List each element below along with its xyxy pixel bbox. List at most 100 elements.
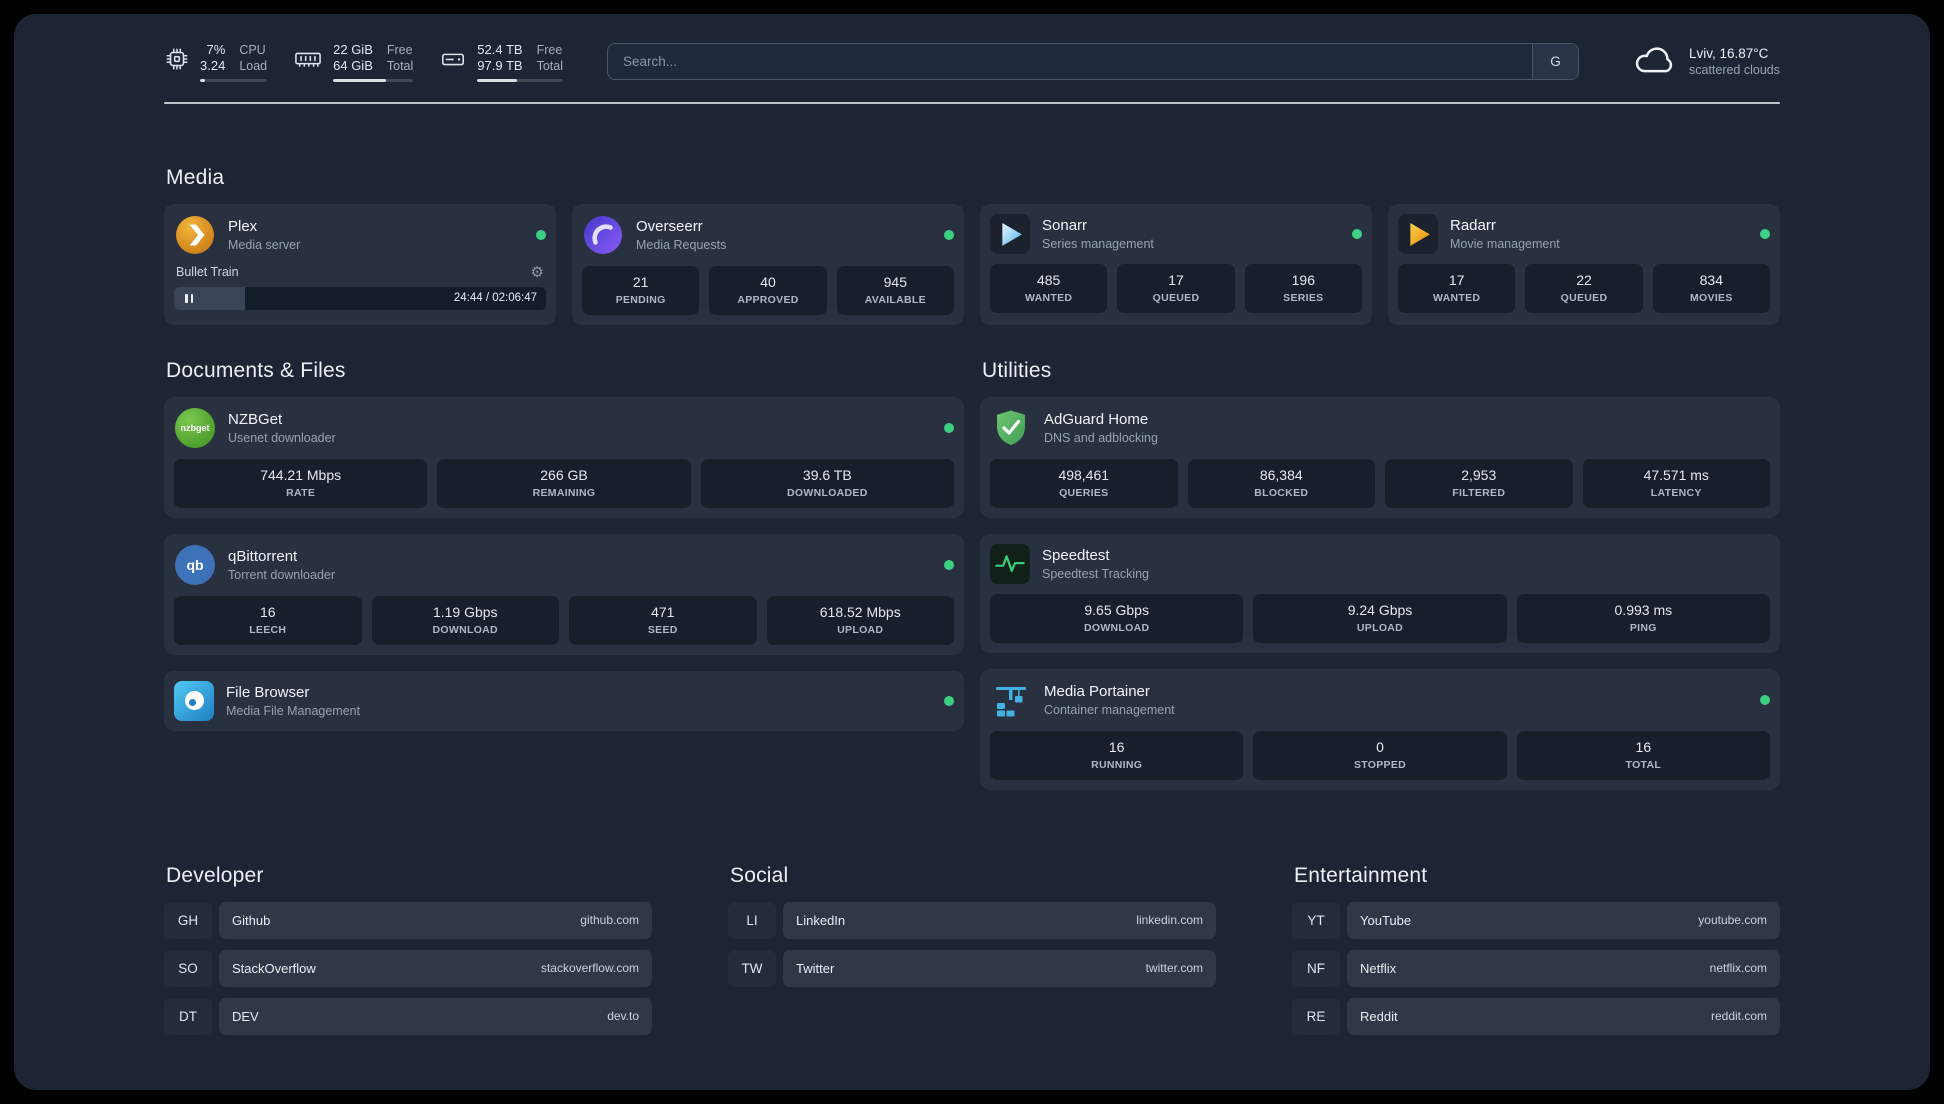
stat-label: STOPPED bbox=[1353, 758, 1407, 771]
status-dot bbox=[536, 229, 546, 240]
stat-label: MOVIES bbox=[1690, 291, 1733, 304]
gear-icon[interactable]: ⚙ bbox=[531, 265, 544, 280]
bookmark-name: Reddit bbox=[1360, 1008, 1398, 1024]
bookmark-url: twitter.com bbox=[1145, 961, 1203, 975]
service-description: Usenet downloader bbox=[228, 430, 336, 445]
bookmark-stackoverflow[interactable]: SO StackOverflow stackoverflow.com bbox=[164, 949, 652, 987]
stat-tile: 266 GB REMAINING bbox=[437, 458, 691, 508]
stat-label: WANTED bbox=[1025, 291, 1073, 304]
dashboard-panel: 7% CPU 3.24 Load 22 GiB Free 64 GiB Tota… bbox=[14, 14, 1930, 1090]
stat-label: TOTAL bbox=[1625, 758, 1662, 771]
stat-label: WANTED bbox=[1433, 291, 1481, 304]
bookmark-youtube[interactable]: YT YouTube youtube.com bbox=[1292, 901, 1780, 939]
service-card-plex[interactable]: Plex Media server Bullet Train ⚙ 24:44 /… bbox=[164, 203, 556, 325]
speedtest-pulse-icon bbox=[990, 543, 1030, 584]
service-card-radarr[interactable]: Radarr Movie management 17 WANTED 22 QUE… bbox=[1388, 203, 1780, 325]
bookmark-abbr: LI bbox=[728, 902, 776, 939]
stat-value: 16 bbox=[259, 603, 276, 620]
bookmark-name: DEV bbox=[232, 1008, 259, 1024]
stat-value: 471 bbox=[651, 603, 675, 620]
bookmark-linkedin[interactable]: LI LinkedIn linkedin.com bbox=[728, 901, 1216, 939]
stat-label: UPLOAD bbox=[837, 623, 884, 636]
service-description: Container management bbox=[1044, 702, 1175, 717]
portainer-crane-icon bbox=[990, 679, 1032, 721]
service-name: NZBGet bbox=[228, 410, 283, 428]
stat-label: LEECH bbox=[249, 623, 287, 636]
service-name: Media Portainer bbox=[1044, 682, 1150, 700]
section-media: Media Plex Media server Bullet Train ⚙ 2… bbox=[164, 166, 1780, 325]
cpu-widget: 7% CPU 3.24 Load bbox=[164, 42, 268, 82]
bookmark-url: reddit.com bbox=[1710, 1009, 1767, 1023]
disk-free-label: Free bbox=[536, 43, 563, 57]
service-name: Speedtest bbox=[1042, 546, 1110, 564]
bookmark-github[interactable]: GH Github github.com bbox=[164, 901, 652, 939]
stat-value: 21 bbox=[632, 273, 649, 290]
stat-tile: 744.21 Mbps RATE bbox=[174, 458, 428, 508]
plex-icon bbox=[174, 214, 216, 256]
stat-tile: 0 STOPPED bbox=[1253, 730, 1507, 780]
playback-progress-bar[interactable]: 24:44 / 02:06:47 bbox=[174, 286, 546, 310]
weather-condition: scattered clouds bbox=[1688, 63, 1780, 78]
bookmark-abbr: TW bbox=[728, 950, 776, 987]
service-name: Sonarr bbox=[1042, 216, 1088, 234]
overseerr-icon bbox=[582, 214, 624, 256]
stat-tile: 834 MOVIES bbox=[1652, 263, 1770, 313]
stat-tile: 40 APPROVED bbox=[709, 265, 827, 315]
documents-heading: Documents & Files bbox=[166, 358, 346, 382]
service-card-speedtest[interactable]: Speedtest Speedtest Tracking 9.65 Gbps D… bbox=[980, 533, 1780, 653]
qbittorrent-icon: qb bbox=[174, 544, 216, 586]
memory-widget: 22 GiB Free 64 GiB Total bbox=[293, 42, 414, 82]
service-name: Radarr bbox=[1450, 216, 1496, 234]
weather-location-temp: Lviv, 16.87°C bbox=[1688, 46, 1769, 62]
stat-value: 9.65 Gbps bbox=[1084, 601, 1149, 618]
memory-total-label: Total bbox=[386, 59, 414, 74]
memory-total: 64 GiB bbox=[333, 58, 373, 74]
stat-tile: 9.65 Gbps DOWNLOAD bbox=[990, 593, 1244, 643]
stat-tile: 16 RUNNING bbox=[990, 730, 1244, 780]
bookmark-twitter[interactable]: TW Twitter twitter.com bbox=[728, 949, 1216, 987]
service-description: Torrent downloader bbox=[228, 567, 336, 582]
service-card-sonarr[interactable]: Sonarr Series management 485 WANTED 17 Q… bbox=[980, 203, 1372, 325]
bookmark-dev[interactable]: DT DEV dev.to bbox=[164, 997, 652, 1035]
bookmark-abbr: YT bbox=[1292, 902, 1340, 939]
now-playing-title: Bullet Train bbox=[176, 265, 239, 279]
bookmark-netflix[interactable]: NF Netflix netflix.com bbox=[1292, 949, 1780, 987]
service-card-portainer[interactable]: Media Portainer Container management 16 … bbox=[980, 668, 1780, 790]
service-description: Speedtest Tracking bbox=[1042, 566, 1150, 581]
stat-value: 17 bbox=[1448, 271, 1465, 288]
stat-label: RUNNING bbox=[1091, 758, 1143, 771]
bookmark-name: Twitter bbox=[796, 960, 835, 976]
section-entertainment: Entertainment YT YouTube youtube.com NF … bbox=[1292, 864, 1780, 1046]
search-provider-button[interactable]: G bbox=[1531, 44, 1578, 80]
service-description: Movie management bbox=[1450, 236, 1560, 251]
stat-value: 17 bbox=[1168, 271, 1184, 288]
stat-value: 485 bbox=[1036, 271, 1061, 288]
pause-button[interactable] bbox=[174, 287, 204, 310]
status-dot bbox=[1760, 228, 1770, 239]
service-name: Plex bbox=[228, 217, 258, 235]
weather-widget: Lviv, 16.87°C scattered clouds bbox=[1631, 45, 1780, 78]
search-input[interactable] bbox=[607, 44, 1532, 80]
service-card-adguard[interactable]: AdGuard Home DNS and adblocking 498,461 … bbox=[980, 396, 1780, 518]
stat-label: SERIES bbox=[1283, 291, 1324, 304]
service-card-nzbget[interactable]: nzbget NZBGet Usenet downloader 744.21 M… bbox=[164, 396, 964, 518]
service-name: qBittorrent bbox=[228, 547, 298, 565]
service-card-filebrowser[interactable]: File Browser Media File Management bbox=[164, 670, 964, 731]
stat-tile: 498,461 QUERIES bbox=[990, 458, 1178, 508]
section-developer: Developer GH Github github.com SO StackO… bbox=[164, 864, 652, 1046]
stat-tile: 86,384 BLOCKED bbox=[1187, 458, 1375, 508]
disk-progress-bar bbox=[477, 78, 563, 82]
stat-tile: 471 SEED bbox=[569, 595, 757, 645]
stat-value: 40 bbox=[760, 273, 776, 290]
service-card-qbittorrent[interactable]: qb qBittorrent Torrent downloader 16 LEE… bbox=[164, 533, 964, 655]
bookmark-reddit[interactable]: RE Reddit reddit.com bbox=[1292, 997, 1780, 1035]
stat-value: 1.19 Gbps bbox=[432, 603, 498, 620]
stat-value: 618.52 Mbps bbox=[819, 603, 901, 620]
search-bar: G bbox=[606, 43, 1579, 81]
service-description: DNS and adblocking bbox=[1044, 430, 1158, 445]
bookmark-url: netflix.com bbox=[1709, 961, 1767, 975]
status-dot bbox=[1760, 694, 1770, 705]
stat-value: 86,384 bbox=[1259, 466, 1303, 483]
service-card-overseerr[interactable]: Overseerr Media Requests 21 PENDING 40 A… bbox=[572, 203, 964, 325]
status-dot bbox=[944, 559, 954, 570]
